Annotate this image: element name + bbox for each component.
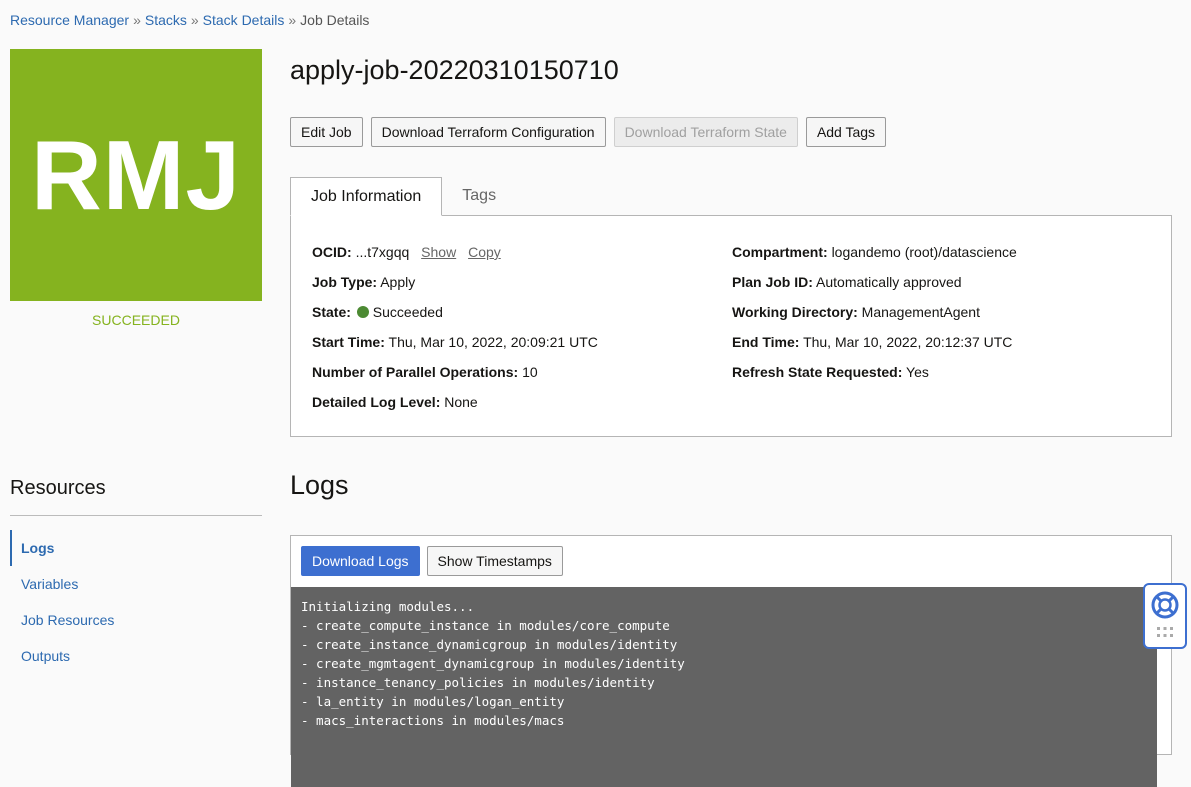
help-widget[interactable] [1143, 583, 1187, 649]
log-level-value: None [444, 394, 478, 410]
log-line: Initializing modules... [301, 599, 475, 614]
info-column-right: Compartment: logandemo (root)/datascienc… [732, 243, 1017, 393]
info-column-left: OCID: ...t7xgqq Show Copy Job Type: Appl… [312, 243, 598, 423]
refresh-state-value: Yes [906, 364, 929, 380]
plan-job-row: Plan Job ID: Automatically approved [732, 273, 1017, 303]
plan-job-label: Plan Job ID: [732, 274, 813, 290]
show-timestamps-button[interactable]: Show Timestamps [426, 546, 563, 576]
log-level-label: Detailed Log Level: [312, 394, 441, 410]
resources-item-variables[interactable]: Variables [10, 566, 262, 602]
log-line: - la_entity in modules/logan_entity [301, 694, 565, 709]
parallel-ops-value: 10 [522, 364, 538, 380]
badge-text: RMJ [31, 119, 241, 230]
working-directory-value: ManagementAgent [861, 304, 980, 320]
job-information-panel: OCID: ...t7xgqq Show Copy Job Type: Appl… [290, 215, 1172, 437]
lifebuoy-icon [1151, 591, 1179, 637]
job-type-value: Apply [380, 274, 416, 290]
add-tags-button[interactable]: Add Tags [805, 117, 887, 147]
start-time-row: Start Time: Thu, Mar 10, 2022, 20:09:21 … [312, 333, 598, 363]
action-toolbar: Edit Job Download Terraform Configuratio… [290, 117, 887, 147]
logs-panel: Download Logs Show Timestamps Initializi… [290, 535, 1172, 787]
log-line: - create_mgmtagent_dynamicgroup in modul… [301, 656, 685, 671]
log-line: - create_compute_instance in modules/cor… [301, 618, 670, 633]
tab-job-information[interactable]: Job Information [290, 177, 443, 216]
resources-item-outputs[interactable]: Outputs [10, 638, 262, 674]
ocid-copy-link[interactable]: Copy [468, 244, 501, 260]
parallel-ops-label: Number of Parallel Operations: [312, 364, 519, 380]
breadcrumb-resource-manager[interactable]: Resource Manager [10, 12, 129, 28]
refresh-state-label: Refresh State Requested: [732, 364, 903, 380]
download-terraform-config-button[interactable]: Download Terraform Configuration [370, 117, 606, 147]
edit-job-button[interactable]: Edit Job [290, 117, 363, 147]
job-type-row: Job Type: Apply [312, 273, 598, 303]
breadcrumb-separator: » [133, 12, 141, 28]
end-time-label: End Time: [732, 334, 800, 350]
compartment-label: Compartment: [732, 244, 828, 260]
logs-heading: Logs [290, 470, 349, 500]
state-row: State: Succeeded [312, 303, 598, 333]
ocid-value: ...t7xgqq [355, 244, 410, 260]
end-time-value: Thu, Mar 10, 2022, 20:12:37 UTC [803, 334, 1013, 350]
tab-tags[interactable]: Tags [442, 177, 516, 215]
breadcrumb-current: Job Details [300, 12, 370, 28]
download-logs-button[interactable]: Download Logs [301, 546, 420, 576]
log-line: - macs_interactions in modules/macs [301, 713, 565, 728]
job-type-label: Job Type: [312, 274, 378, 290]
resources-heading: Resources [10, 477, 106, 499]
start-time-label: Start Time: [312, 334, 385, 350]
compartment-value: logandemo (root)/datascience [831, 244, 1017, 260]
plan-job-value: Automatically approved [816, 274, 962, 290]
download-terraform-state-button[interactable]: Download Terraform State [613, 117, 798, 147]
ocid-label: OCID: [312, 244, 352, 260]
ocid-show-link[interactable]: Show [421, 244, 456, 260]
breadcrumb-stack-details[interactable]: Stack Details [203, 12, 285, 28]
parallel-ops-row: Number of Parallel Operations: 10 [312, 363, 598, 393]
breadcrumb-stacks[interactable]: Stacks [145, 12, 187, 28]
breadcrumb: Resource Manager» Stacks» Stack Details» Jo… [10, 12, 369, 28]
refresh-state-row: Refresh State Requested: Yes [732, 363, 1017, 393]
ocid-row: OCID: ...t7xgqq Show Copy [312, 243, 598, 273]
tab-bar: Job Information Tags [290, 177, 516, 216]
end-time-row: End Time: Thu, Mar 10, 2022, 20:12:37 UT… [732, 333, 1017, 363]
breadcrumb-separator: » [288, 12, 297, 28]
job-badge: RMJ [10, 49, 262, 301]
log-line: - create_instance_dynamicgroup in module… [301, 637, 678, 652]
breadcrumb-separator: » [190, 12, 199, 28]
logs-toolbar: Download Logs Show Timestamps [301, 546, 563, 576]
grid-icon [1157, 627, 1173, 637]
resources-nav: Logs Variables Job Resources Outputs [10, 530, 262, 674]
log-level-row: Detailed Log Level: None [312, 393, 598, 423]
start-time-value: Thu, Mar 10, 2022, 20:09:21 UTC [388, 334, 598, 350]
badge-status: SUCCEEDED [92, 312, 180, 328]
state-value: Succeeded [372, 304, 443, 320]
state-indicator-icon [356, 306, 369, 318]
state-label: State: [312, 304, 351, 320]
log-line: - instance_tenancy_policies in modules/i… [301, 675, 655, 690]
log-console[interactable]: Initializing modules... - create_compute_… [291, 587, 1157, 787]
working-directory-label: Working Directory: [732, 304, 858, 320]
resources-divider [10, 515, 262, 516]
compartment-row: Compartment: logandemo (root)/datascienc… [732, 243, 1017, 273]
resources-item-job-resources[interactable]: Job Resources [10, 602, 262, 638]
page-title: apply-job-20220310150710 [290, 55, 619, 85]
working-directory-row: Working Directory: ManagementAgent [732, 303, 1017, 333]
resources-item-logs[interactable]: Logs [10, 530, 262, 566]
